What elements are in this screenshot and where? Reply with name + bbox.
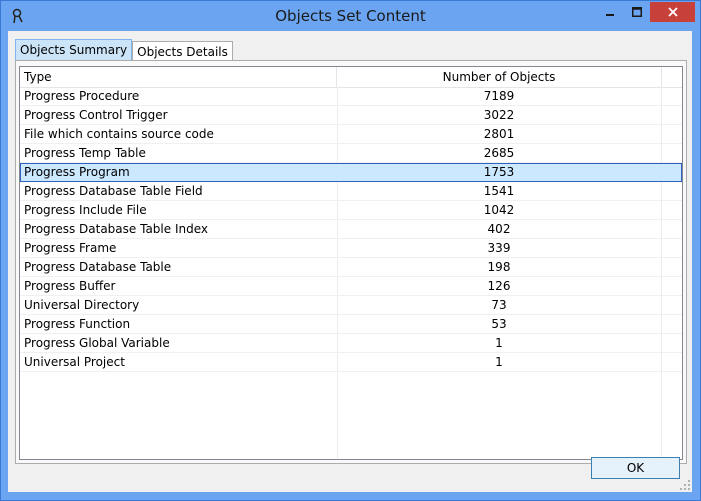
type-cell: Progress Database Table — [24, 260, 172, 274]
table-row[interactable]: Progress Program 1753 — [20, 163, 682, 182]
maximize-icon — [632, 7, 642, 17]
type-cell: Progress Control Trigger — [24, 108, 168, 122]
count-cell: 1541 — [483, 184, 515, 198]
type-cell: Progress Global Variable — [24, 336, 170, 350]
close-icon — [667, 7, 678, 17]
table-body: Progress Procedure 7189 Progress Control T… — [20, 87, 682, 372]
minimize-icon — [606, 14, 614, 16]
count-cell: 3022 — [483, 108, 515, 122]
type-cell: Progress Program — [24, 165, 130, 179]
title-bar[interactable]: Objects Set Content — [1, 1, 700, 31]
table-header: Type Number of Objects — [20, 67, 682, 88]
resize-grip-icon[interactable] — [680, 480, 690, 490]
column-header-type[interactable]: Type — [20, 67, 337, 87]
table-row[interactable]: Progress Function 53 — [20, 315, 682, 334]
count-cell: 126 — [487, 279, 511, 293]
count-cell: 2801 — [483, 127, 515, 141]
type-cell: Progress Buffer — [24, 279, 116, 293]
count-cell: 7189 — [483, 89, 515, 103]
type-cell: Progress Include File — [24, 203, 147, 217]
table-row[interactable]: Progress Buffer 126 — [20, 277, 682, 296]
minimize-button[interactable] — [597, 2, 623, 22]
count-cell: 53 — [491, 317, 507, 331]
count-cell: 198 — [487, 260, 511, 274]
table-row[interactable]: Progress Include File 1042 — [20, 201, 682, 220]
close-button[interactable] — [650, 2, 695, 22]
table-row[interactable]: Progress Frame 339 — [20, 239, 682, 258]
table-row[interactable]: Progress Global Variable 1 — [20, 334, 682, 353]
table-row[interactable]: Progress Temp Table 2685 — [20, 144, 682, 163]
table-row[interactable]: Universal Project 1 — [20, 353, 682, 372]
dialog-window: Objects Set Content Objects Summary Obje… — [0, 0, 701, 501]
count-cell: 1753 — [483, 165, 515, 179]
table-row[interactable]: File which contains source code 2801 — [20, 125, 682, 144]
column-header-number-of-objects[interactable]: Number of Objects — [337, 67, 662, 87]
type-cell: Progress Temp Table — [24, 146, 146, 160]
objects-summary-table[interactable]: Type Number of Objects Progress Procedur… — [19, 66, 683, 460]
table-row[interactable]: Progress Database Table 198 — [20, 258, 682, 277]
dialog-client-area: Objects Summary Objects Details Type Num… — [8, 31, 692, 492]
count-cell: 1042 — [483, 203, 515, 217]
tab-objects-summary[interactable]: Objects Summary — [15, 39, 133, 61]
table-row[interactable]: Progress Control Trigger 3022 — [20, 106, 682, 125]
count-cell: 2685 — [483, 146, 515, 160]
table-row[interactable]: Progress Procedure 7189 — [20, 87, 682, 106]
type-cell: Progress Frame — [24, 241, 117, 255]
type-cell: Progress Function — [24, 317, 131, 331]
tab-objects-details[interactable]: Objects Details — [132, 41, 233, 61]
type-cell: Universal Directory — [24, 298, 140, 312]
count-cell: 1 — [495, 336, 503, 350]
objects-summary-panel: Type Number of Objects Progress Procedur… — [15, 60, 687, 464]
type-cell: Progress Procedure — [24, 89, 140, 103]
table-row[interactable]: Progress Database Table Index 402 — [20, 220, 682, 239]
type-cell: File which contains source code — [24, 127, 214, 141]
type-cell: Universal Project — [24, 355, 125, 369]
window-title: Objects Set Content — [275, 7, 426, 25]
table-row[interactable]: Universal Directory 73 — [20, 296, 682, 315]
type-cell: Progress Database Table Index — [24, 222, 208, 236]
tab-strip: Objects Summary Objects Details — [15, 39, 233, 61]
maximize-button[interactable] — [625, 2, 649, 22]
type-cell: Progress Database Table Field — [24, 184, 203, 198]
table-row[interactable]: Progress Database Table Field 1541 — [20, 182, 682, 201]
count-cell: 339 — [487, 241, 511, 255]
count-cell: 1 — [495, 355, 503, 369]
count-cell: 73 — [491, 298, 507, 312]
count-cell: 402 — [487, 222, 511, 236]
ok-button[interactable]: OK — [591, 457, 680, 479]
